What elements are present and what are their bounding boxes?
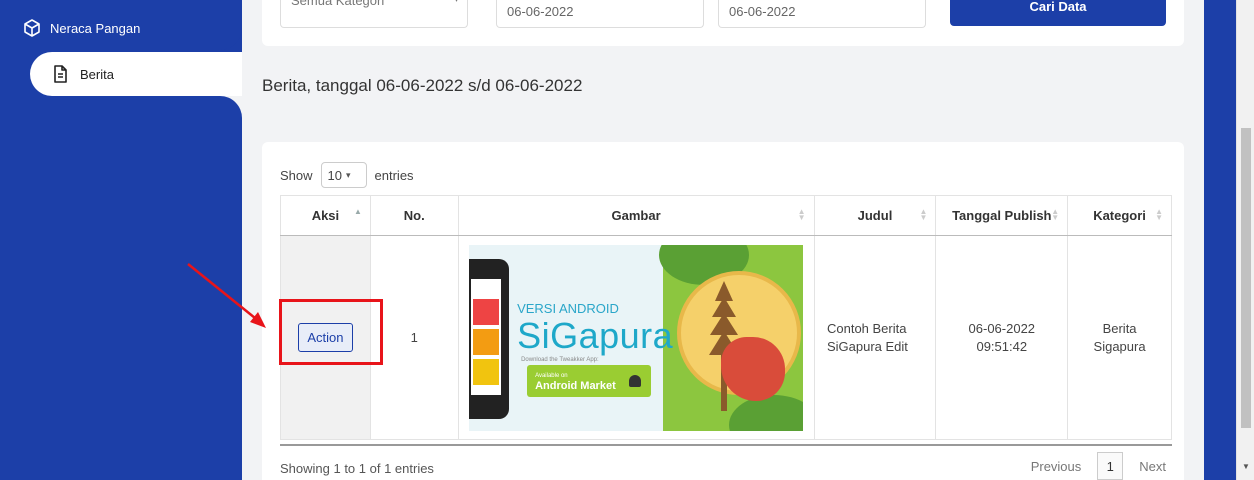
search-data-button[interactable]: Cari Data [950, 0, 1166, 26]
chevron-down-icon: ▾ [454, 0, 459, 5]
table-header-row: Aksi ▲ No. Gambar ▲ ▼ Judul ▲ ▼ Tanggal Publi… [280, 195, 1172, 236]
image-version-text: VERSI ANDROID [517, 300, 619, 316]
column-header-judul[interactable]: Judul ▲ ▼ [813, 195, 937, 236]
right-panel-edge [1204, 0, 1236, 480]
header-label: Gambar [611, 208, 661, 223]
phone-tile [473, 328, 500, 355]
news-image: VERSI ANDROID SiGapura Download the Twea… [469, 244, 804, 431]
phone-tile [473, 358, 500, 385]
image-brand-text: SiGapura [517, 314, 674, 356]
publish-date: 06-06-2022 [968, 320, 1036, 336]
image-download-text: Download the Tweakker App: [521, 356, 599, 363]
cell-no: 1 [369, 235, 459, 440]
header-label: Aksi [311, 208, 340, 223]
publish-time: 09:51:42 [976, 338, 1028, 354]
sidebar-item-label: Neraca Pangan [50, 20, 141, 36]
date-to-input[interactable]: 06-06-2022 [718, 0, 926, 28]
chevron-down-icon: ▾ [346, 169, 351, 180]
column-header-kategori[interactable]: Kategori ▲ ▼ [1067, 195, 1172, 236]
android-market-badge: Available on Android Market [527, 364, 652, 397]
column-header-gambar[interactable]: Gambar ▲ ▼ [457, 195, 815, 236]
sort-icon: ▲ ▼ [1051, 207, 1060, 222]
column-header-aksi[interactable]: Aksi ▲ [280, 195, 371, 236]
sort-asc-icon: ▲ [353, 207, 362, 216]
header-label: Tanggal Publish [952, 208, 1052, 223]
sort-icon: ▲ ▼ [797, 207, 806, 222]
android-icon [629, 374, 642, 387]
date-from-input[interactable]: 06-06-2022 [496, 0, 704, 28]
phone-illustration [469, 258, 510, 419]
date-from-value: 06-06-2022 [507, 4, 574, 19]
previous-button[interactable]: Previous [1031, 459, 1082, 474]
entries-label: entries [374, 167, 414, 183]
show-label: Show [280, 167, 313, 183]
sort-icon: ▲ ▼ [1155, 207, 1163, 222]
page-title: Berita, tanggal 06-06-2022 s/d 06-06-202… [262, 76, 583, 95]
sidebar-item-berita[interactable]: Berita [30, 52, 242, 96]
cell-tanggal-publish: 06-06-2022 09:51:42 [935, 235, 1069, 440]
phone-tile [473, 298, 500, 325]
sort-icon: ▲ ▼ [919, 207, 928, 222]
page-length-control: Show 10 ▾ entries [280, 162, 414, 188]
annotation-arrow-icon [187, 263, 266, 328]
header-label: Judul [857, 208, 893, 223]
cell-kategori: Berita Sigapura [1067, 235, 1172, 440]
news-table: Aksi ▲ No. Gambar ▲ ▼ Judul ▲ ▼ Tanggal Publi… [280, 195, 1172, 440]
cell-gambar: VERSI ANDROID SiGapura Download the Twea… [457, 235, 815, 440]
cell-judul: Contoh Berita SiGapura Edit [813, 235, 937, 440]
category-value: Semua Kategori [291, 0, 385, 8]
table-info: Showing 1 to 1 of 1 entries [280, 461, 434, 476]
table-row: Action 1 VERSI ANDROID SiGapura Download… [280, 235, 1172, 440]
document-icon [54, 65, 67, 83]
scrollbar[interactable]: ▼ [1236, 0, 1254, 480]
scroll-down-icon[interactable]: ▼ [1242, 462, 1250, 471]
annotation-highlight-box [279, 299, 383, 365]
header-label: Kategori [1093, 208, 1146, 223]
column-header-no[interactable]: No. [369, 195, 459, 236]
sidebar-item-neraca-pangan[interactable]: Neraca Pangan [0, 6, 242, 50]
column-header-tanggal-publish[interactable]: Tanggal Publish ▲ ▼ [935, 195, 1069, 236]
next-button[interactable]: Next [1139, 459, 1166, 474]
market-text: Android Market [535, 379, 616, 392]
table-card: Show 10 ▾ entries Aksi ▲ No. Gambar ▲ ▼ Jud… [262, 142, 1184, 480]
sidebar-item-label: Berita [80, 66, 114, 82]
category-text: Berita Sigapura [1093, 320, 1146, 354]
page-1-button[interactable]: 1 [1097, 452, 1124, 480]
filter-card: Semua Kategori ▾ 06-06-2022 06-06-2022 C… [262, 0, 1184, 46]
title-text: Contoh Berita SiGapura Edit [826, 320, 908, 354]
page-length-value: 10 [327, 167, 342, 183]
date-to-value: 06-06-2022 [729, 4, 796, 19]
table-bottom-border [280, 444, 1172, 446]
mask-illustration [721, 336, 786, 401]
pagination: Previous 1 Next [1031, 452, 1166, 480]
header-label: No. [403, 208, 425, 223]
category-select[interactable]: Semua Kategori ▾ [280, 0, 468, 28]
scrollbar-thumb[interactable] [1241, 128, 1251, 428]
page-length-select[interactable]: 10 ▾ [320, 162, 367, 188]
cube-icon [24, 19, 40, 37]
sidebar-notch [200, 96, 242, 136]
